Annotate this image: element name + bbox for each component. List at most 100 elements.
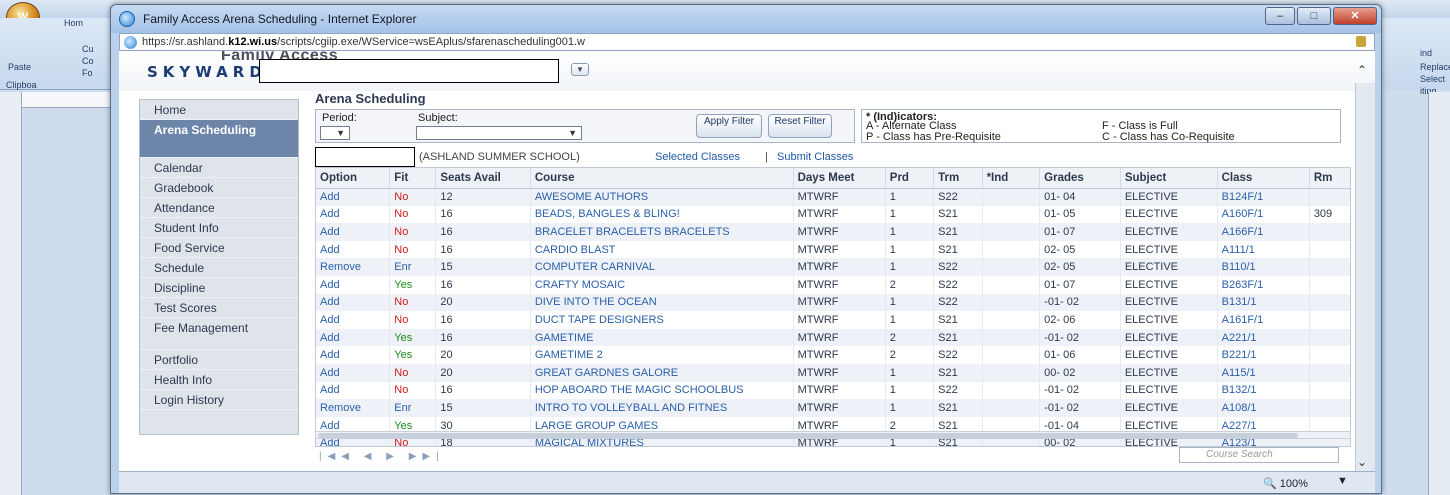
copy-label[interactable]: Co bbox=[82, 56, 94, 66]
scrollbar-thumb[interactable] bbox=[318, 433, 1298, 438]
cell-course[interactable]: HOP ABOARD THE MAGIC SCHOOLBUS bbox=[530, 381, 794, 400]
col-class[interactable]: Class bbox=[1217, 168, 1310, 189]
nav-portfolio[interactable]: Portfolio bbox=[140, 350, 298, 370]
nav-discipline[interactable]: Discipline bbox=[140, 278, 298, 298]
nav-calendar[interactable]: Calendar bbox=[140, 158, 298, 178]
select-label[interactable]: Select bbox=[1420, 74, 1445, 84]
format-painter-label[interactable]: Fo bbox=[82, 68, 93, 78]
collapse-up-icon[interactable]: ⌃ bbox=[1357, 63, 1367, 77]
cut-label[interactable]: Cu bbox=[82, 44, 94, 54]
word-vertical-scrollbar[interactable] bbox=[1428, 92, 1450, 495]
cell-class[interactable]: B132/1 bbox=[1217, 381, 1310, 400]
nav-test-scores[interactable]: Test Scores bbox=[140, 298, 298, 318]
cell-option[interactable]: Add bbox=[316, 363, 391, 382]
maximize-button[interactable]: □ bbox=[1297, 7, 1331, 25]
cell-class[interactable]: B131/1 bbox=[1217, 293, 1310, 312]
cell-course[interactable]: INTRO TO VOLLEYBALL AND FITNES bbox=[530, 399, 794, 417]
pager-controls[interactable]: |◀◀ ◀ ▶ ▶▶| bbox=[319, 451, 445, 462]
col-grades[interactable]: Grades bbox=[1039, 168, 1121, 189]
cell-option[interactable]: Add bbox=[316, 188, 391, 206]
col-seats-avail[interactable]: Seats Avail bbox=[435, 168, 531, 189]
col-fit[interactable]: Fit bbox=[389, 168, 437, 189]
nav-attendance[interactable]: Attendance bbox=[140, 198, 298, 218]
nav-schedule[interactable]: Schedule bbox=[140, 258, 298, 278]
cell-course[interactable]: DIVE INTO THE OCEAN bbox=[530, 293, 794, 312]
zoom-level[interactable]: 🔍 100% bbox=[1263, 477, 1308, 490]
cell-class[interactable]: B263F/1 bbox=[1217, 275, 1310, 294]
cell-class[interactable]: A115/1 bbox=[1217, 363, 1310, 382]
cell-class[interactable]: B221/1 bbox=[1217, 346, 1310, 364]
nav-fee-management[interactable]: Fee Management bbox=[140, 318, 298, 350]
minimize-button[interactable]: – bbox=[1265, 7, 1295, 25]
period-select[interactable]: ▼ bbox=[320, 126, 350, 140]
cell-course[interactable]: GAMETIME bbox=[530, 328, 794, 347]
col-course[interactable]: Course bbox=[530, 168, 794, 189]
cell-course[interactable]: GAMETIME 2 bbox=[530, 346, 794, 364]
cell-option[interactable]: Add bbox=[316, 275, 391, 294]
nav-food-service[interactable]: Food Service bbox=[140, 238, 298, 258]
nav-gradebook[interactable]: Gradebook bbox=[140, 178, 298, 198]
cell-course[interactable]: BEADS, BANGLES & BLING! bbox=[530, 205, 794, 224]
nav-home[interactable]: Home bbox=[140, 100, 298, 120]
col-ind[interactable]: *Ind bbox=[982, 168, 1041, 189]
course-search-input[interactable]: Course Search bbox=[1179, 447, 1339, 463]
cell-class[interactable]: A166F/1 bbox=[1217, 223, 1310, 241]
cell-option[interactable]: Add bbox=[316, 328, 391, 347]
col-subject[interactable]: Subject bbox=[1120, 168, 1218, 189]
cell-option[interactable]: Add bbox=[316, 346, 391, 364]
ribbon-tab-home[interactable]: Hom bbox=[64, 18, 83, 28]
zoom-dropdown-icon[interactable]: ▼ bbox=[1337, 475, 1348, 487]
page-vertical-scrollbar[interactable] bbox=[1355, 83, 1375, 471]
cell-course[interactable]: GREAT GARDNES GALORE bbox=[530, 363, 794, 382]
address-bar[interactable]: https://sr.ashland.k12.wi.us/scripts/cgi… bbox=[119, 33, 1375, 51]
cell-option[interactable]: Add bbox=[316, 223, 391, 241]
cell-course[interactable]: COMPUTER CARNIVAL bbox=[530, 258, 794, 276]
cell-course[interactable]: DUCT TAPE DESIGNERS bbox=[530, 311, 794, 329]
cell-class[interactable]: B110/1 bbox=[1217, 258, 1310, 276]
cell-class[interactable]: A111/1 bbox=[1217, 240, 1310, 259]
cell-course[interactable]: BRACELET BRACELETS BRACELETS bbox=[530, 223, 794, 241]
subject-select[interactable]: ▼ bbox=[416, 126, 582, 140]
cell-course[interactable]: AWESOME AUTHORS bbox=[530, 188, 794, 206]
address-url[interactable]: https://sr.ashland.k12.wi.us/scripts/cgi… bbox=[142, 36, 585, 48]
col-rm[interactable]: Rm bbox=[1309, 168, 1350, 189]
col-trm[interactable]: Trm bbox=[933, 168, 983, 189]
cell-option[interactable]: Remove bbox=[316, 258, 391, 276]
submit-classes-link[interactable]: Submit Classes bbox=[777, 151, 853, 163]
nav-student-info[interactable]: Student Info bbox=[140, 218, 298, 238]
cell-class[interactable]: A161F/1 bbox=[1217, 311, 1310, 329]
find-label[interactable]: ind bbox=[1420, 48, 1432, 58]
cell-days-meet: MTWRF bbox=[793, 399, 886, 417]
table-row: Add Yes 16 CRAFTY MOSAIC MTWRF 2 S22 01- 07 ELEC… bbox=[316, 275, 1350, 294]
close-button[interactable]: ✕ bbox=[1333, 7, 1377, 25]
cell-rm bbox=[1309, 328, 1350, 347]
cell-class[interactable]: A221/1 bbox=[1217, 328, 1310, 347]
cell-option[interactable]: Add bbox=[316, 381, 391, 400]
cell-option[interactable]: Add bbox=[316, 293, 391, 312]
replace-label[interactable]: Replace bbox=[1420, 62, 1450, 72]
table-horizontal-scrollbar[interactable] bbox=[315, 431, 1351, 439]
cell-class[interactable]: A160F/1 bbox=[1217, 205, 1310, 224]
cell-course[interactable]: CRAFTY MOSAIC bbox=[530, 275, 794, 294]
nav-arena-scheduling[interactable]: Arena Scheduling bbox=[140, 120, 298, 158]
cell-trm: S21 bbox=[933, 240, 983, 259]
reset-filter-button[interactable]: Reset Filter bbox=[768, 114, 832, 138]
col-days-meet[interactable]: Days Meet bbox=[793, 168, 886, 189]
nav-health-info[interactable]: Health Info bbox=[140, 370, 298, 390]
expand-down-icon[interactable]: ⌄ bbox=[1357, 455, 1367, 469]
paste-label[interactable]: Paste bbox=[8, 62, 31, 72]
apply-filter-button[interactable]: Apply Filter bbox=[696, 114, 762, 138]
col-prd[interactable]: Prd bbox=[885, 168, 935, 189]
cell-grades: 02- 05 bbox=[1039, 258, 1121, 276]
selected-classes-link[interactable]: Selected Classes bbox=[655, 151, 740, 163]
student-dropdown-button[interactable]: ▼ bbox=[571, 63, 589, 76]
cell-option[interactable]: Remove bbox=[316, 399, 391, 417]
cell-class[interactable]: B124F/1 bbox=[1217, 188, 1310, 206]
nav-login-history[interactable]: Login History bbox=[140, 390, 298, 410]
cell-option[interactable]: Add bbox=[316, 240, 391, 259]
cell-option[interactable]: Add bbox=[316, 311, 391, 329]
cell-course[interactable]: CARDIO BLAST bbox=[530, 240, 794, 259]
col-option[interactable]: Option bbox=[316, 168, 391, 189]
cell-option[interactable]: Add bbox=[316, 205, 391, 224]
cell-class[interactable]: A108/1 bbox=[1217, 399, 1310, 417]
